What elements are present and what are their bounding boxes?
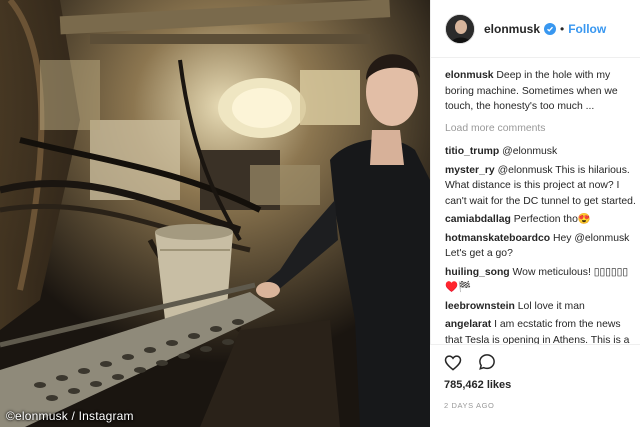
load-more-comments-link[interactable]: Load more comments — [445, 121, 637, 137]
comment-username[interactable]: myster_ry — [445, 165, 495, 176]
comment-text: @elonmusk — [502, 146, 558, 157]
heart-icon[interactable] — [444, 354, 462, 371]
comment-username[interactable]: leebrownstein — [445, 301, 515, 312]
tunnel-machine-image — [0, 0, 430, 427]
comment-item: huiling_song Wow meticulous! ▯▯▯▯▯▯ ♥️🏁 — [445, 265, 637, 296]
follow-button[interactable]: Follow — [568, 22, 606, 36]
caption: elonmusk Deep in the hole with my boring… — [445, 68, 637, 115]
post-timestamp: 2 DAYS AGO — [444, 401, 495, 410]
comment-username[interactable]: angelarat — [445, 319, 491, 330]
post-header: elonmusk • Follow — [431, 0, 640, 58]
comment-icon[interactable] — [478, 353, 496, 371]
comment-item: myster_ry @elonmusk This is hilarious. W… — [445, 163, 637, 210]
comment-item: hotmanskateboardco Hey @elonmusk Let's g… — [445, 231, 637, 262]
header-username[interactable]: elonmusk — [484, 22, 540, 36]
comments-list[interactable]: elonmusk Deep in the hole with my boring… — [445, 68, 637, 344]
action-icons — [444, 345, 626, 375]
photo-watermark: ©elonmusk / Instagram — [6, 409, 134, 423]
comment-text: Lol love it man — [517, 300, 585, 312]
likes-count[interactable]: 785,462 likes — [444, 379, 626, 391]
comment-username[interactable]: titio_trump — [445, 146, 499, 157]
comment-item: camiabdallag Perfection tho😍 — [445, 212, 637, 228]
comment-text: Perfection tho😍 — [513, 214, 591, 225]
comment-username[interactable]: camiabdallag — [445, 214, 511, 225]
comment-username[interactable]: huiling_song — [445, 267, 510, 278]
caption-username[interactable]: elonmusk — [445, 70, 494, 81]
header-separator: • — [560, 21, 565, 36]
comment-item: leebrownstein Lol love it man — [445, 299, 637, 315]
instagram-post: ©elonmusk / Instagram elonmusk • Follow … — [0, 0, 640, 427]
avatar[interactable] — [445, 13, 475, 44]
post-actions: 785,462 likes 2 DAYS AGO — [430, 344, 640, 427]
comment-item: titio_trump @elonmusk — [445, 144, 637, 160]
comment-username[interactable]: hotmanskateboardco — [445, 233, 550, 244]
comment-item: angelarat I am ecstatic from the news th… — [445, 317, 637, 344]
post-photo[interactable]: ©elonmusk / Instagram — [0, 0, 430, 427]
avatar-image — [446, 14, 474, 43]
verified-badge-icon — [544, 22, 557, 35]
